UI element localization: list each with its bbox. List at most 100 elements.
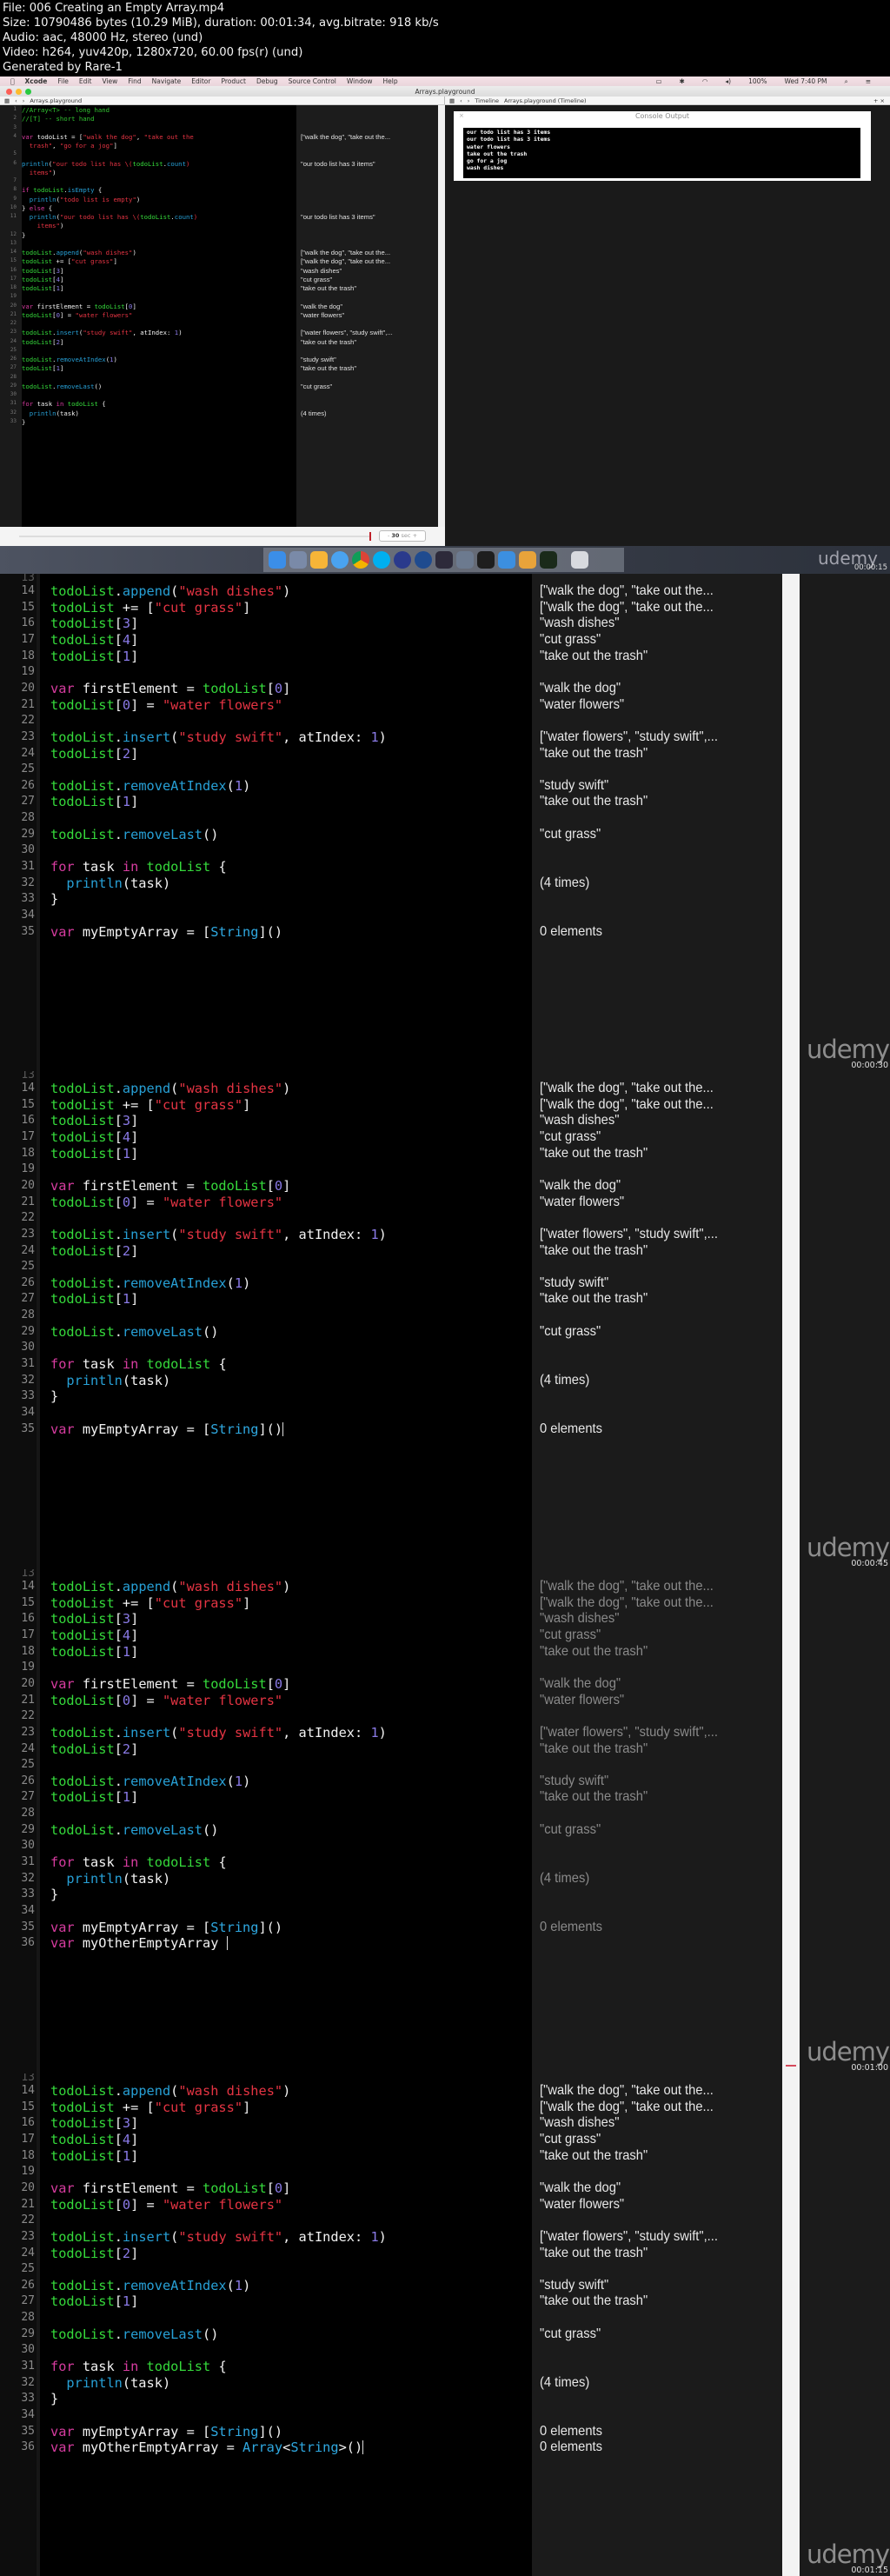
code-line[interactable] — [22, 240, 296, 249]
code-line[interactable]: var firstElement = todoList[0] — [50, 681, 290, 696]
code-line[interactable]: println("our todo list has \(todoList.co… — [22, 213, 296, 222]
menu-file[interactable]: File — [57, 77, 69, 85]
editor-scrollbar[interactable] — [782, 1071, 800, 1569]
code-line[interactable]: todoList[1] — [22, 364, 296, 373]
terminal-icon[interactable] — [477, 551, 495, 569]
code-line[interactable]: for task in todoList { — [50, 1356, 227, 1372]
related-items-icon[interactable]: ▦ — [449, 97, 455, 104]
code-line[interactable]: println(task) — [50, 2375, 170, 2391]
code-line[interactable]: } — [50, 1887, 58, 1902]
code-line[interactable]: todoList.removeAtIndex(1) — [50, 2278, 250, 2293]
code-line[interactable]: trash", "go for a jog"] — [22, 142, 296, 150]
code-line[interactable]: todoList[1] — [22, 284, 296, 293]
code-line[interactable]: todoList[4] — [50, 632, 138, 648]
code-line[interactable]: println(task) — [22, 409, 296, 418]
menu-source-control[interactable]: Source Control — [289, 77, 336, 85]
code-line[interactable]: todoList[1] — [50, 2293, 138, 2309]
code-line[interactable]: todoList.append("wash dishes") — [50, 1081, 290, 1096]
clock[interactable]: Wed 7:40 PM — [785, 77, 827, 85]
code-line[interactable]: todoList[0] = "water flowers" — [50, 697, 282, 713]
code-line[interactable]: todoList.append("wash dishes") — [50, 583, 290, 599]
code-line[interactable]: todoList[0] = "water flowers" — [50, 1693, 282, 1708]
code-line[interactable]: println("todo list is empty") — [22, 196, 296, 204]
code-line[interactable]: todoList[1] — [50, 649, 138, 664]
back-button[interactable]: ‹ — [460, 97, 462, 104]
code-line[interactable]: todoList[4] — [50, 1627, 138, 1643]
timeline-file-crumb[interactable]: Arrays.playground (Timeline) — [504, 97, 587, 104]
code-area[interactable]: //Array<T> -- long hand//[T] -- short ha… — [22, 105, 296, 546]
menu-product[interactable]: Product — [221, 77, 245, 85]
code-line[interactable]: todoList[1] — [50, 1644, 138, 1660]
bluetooth-icon[interactable]: ✱ — [680, 77, 685, 85]
code-line[interactable]: } — [22, 231, 296, 240]
code-line[interactable]: todoList.append("wash dishes") — [50, 1579, 290, 1594]
code-line[interactable]: items") — [22, 169, 296, 177]
code-line[interactable]: todoList.removeLast() — [50, 1324, 218, 1340]
code-line[interactable]: todoList.insert("study swift", atIndex: … — [50, 1725, 387, 1741]
timeline-playhead[interactable] — [369, 532, 371, 541]
close-assistant-button[interactable]: × — [880, 97, 885, 104]
code-line[interactable]: for task in todoList { — [50, 1854, 227, 1870]
airplay-icon[interactable]: ▭ — [655, 77, 661, 85]
code-line[interactable]: todoList += ["cut grass"] — [50, 600, 250, 616]
code-line[interactable]: todoList[0] = "water flowers" — [22, 311, 296, 320]
editor-scrollbar[interactable] — [782, 1569, 800, 2073]
code-line[interactable]: todoList.removeAtIndex(1) — [22, 356, 296, 364]
audiobook-icon[interactable] — [394, 551, 411, 569]
notification-center-icon[interactable]: ≡ — [866, 77, 871, 85]
kindle-icon[interactable] — [435, 551, 453, 569]
code-line[interactable] — [22, 391, 296, 400]
code-line[interactable]: for task in todoList { — [50, 859, 227, 875]
code-line[interactable]: todoList[4] — [22, 276, 296, 284]
xcode-icon[interactable] — [498, 551, 515, 569]
code-line[interactable]: todoList.removeAtIndex(1) — [50, 1774, 250, 1789]
editor-scrollbar[interactable] — [782, 2073, 800, 2576]
increase-duration-button[interactable]: + — [413, 532, 417, 539]
code-line[interactable]: todoList[2] — [22, 338, 296, 347]
code-line[interactable]: todoList += ["cut grass"] — [22, 257, 296, 266]
playground-editor[interactable]: 1 2 3 4 5 6 7 8 9 10 11 12 13 14 15 16 17 18 19 20 21 22 23 24 2… — [0, 105, 438, 546]
pages-icon[interactable] — [519, 551, 536, 569]
code-line[interactable] — [22, 177, 296, 186]
code-line[interactable]: todoList.removeAtIndex(1) — [50, 1275, 250, 1291]
code-line[interactable]: todoList[1] — [50, 1146, 138, 1162]
timeline-track[interactable] — [19, 536, 371, 537]
activity-monitor-icon[interactable] — [540, 551, 557, 569]
code-line[interactable]: } — [22, 418, 296, 427]
sourcetree-icon[interactable] — [415, 551, 432, 569]
code-line[interactable]: var firstElement = todoList[0] — [22, 303, 296, 311]
editor-scrollbar[interactable] — [438, 105, 445, 546]
code-line[interactable]: } — [50, 2391, 58, 2406]
code-line[interactable]: for task in todoList { — [22, 400, 296, 409]
code-line[interactable] — [22, 293, 296, 302]
code-line[interactable]: for task in todoList { — [50, 2359, 227, 2374]
code-line[interactable]: todoList[0] = "water flowers" — [50, 1195, 282, 1210]
code-line[interactable]: todoList.insert("study swift", atIndex: … — [50, 2229, 387, 2245]
code-line[interactable]: todoList.removeLast() — [22, 383, 296, 391]
code-line[interactable]: todoList[1] — [50, 794, 138, 809]
apple-menu-icon[interactable]:  — [10, 77, 15, 85]
menu-view[interactable]: View — [102, 77, 117, 85]
code-line[interactable]: todoList.insert("study swift", atIndex: … — [50, 729, 387, 745]
code-line[interactable]: //Array<T> -- long hand — [22, 106, 296, 115]
code-line[interactable]: var myEmptyArray = [String]() — [50, 1920, 282, 1935]
menu-debug[interactable]: Debug — [256, 77, 278, 85]
code-line[interactable]: todoList[2] — [50, 746, 138, 762]
code-line[interactable]: todoList[2] — [50, 1741, 138, 1757]
code-line[interactable]: } else { — [22, 204, 296, 213]
code-line[interactable] — [22, 150, 296, 159]
code-line[interactable]: todoList.append("wash dishes") — [22, 249, 296, 257]
skype-icon[interactable] — [373, 551, 390, 569]
menu-navigate[interactable]: Navigate — [152, 77, 182, 85]
volume-icon[interactable]: ◂) — [725, 77, 731, 85]
code-line[interactable]: println(task) — [50, 875, 170, 891]
code-line[interactable]: todoList += ["cut grass"] — [50, 1097, 250, 1113]
spotlight-icon[interactable]: ⌕ — [845, 77, 848, 86]
code-line[interactable]: todoList.removeLast() — [50, 2326, 218, 2342]
code-line[interactable]: var firstElement = todoList[0] — [50, 1676, 290, 1692]
code-line[interactable]: } — [50, 891, 58, 907]
code-line[interactable]: todoList[2] — [50, 2246, 138, 2261]
trash-icon[interactable] — [571, 551, 588, 569]
code-line[interactable]: todoList[3] — [22, 267, 296, 276]
code-line[interactable] — [22, 124, 296, 133]
